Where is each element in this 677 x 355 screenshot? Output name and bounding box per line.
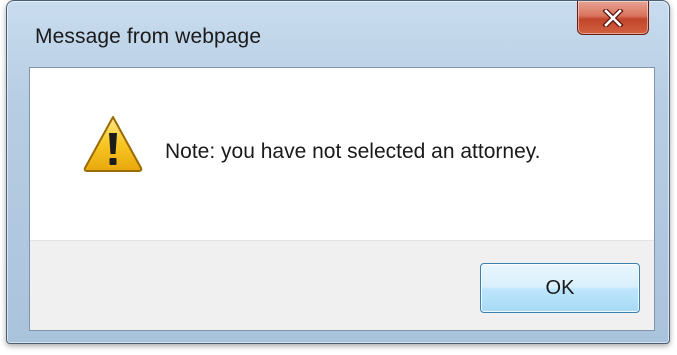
warning-icon bbox=[83, 116, 143, 172]
dialog-message: Note: you have not selected an attorney. bbox=[165, 140, 541, 163]
dialog-body: Note: you have not selected an attorney.… bbox=[29, 67, 655, 331]
message-area: Note: you have not selected an attorney. bbox=[30, 68, 654, 240]
close-icon bbox=[602, 8, 624, 27]
close-button[interactable] bbox=[577, 1, 649, 35]
dialog-footer: OK bbox=[30, 240, 654, 330]
message-dialog: Message from webpage Note: you have not … bbox=[6, 0, 670, 344]
dialog-titlebar[interactable]: Message from webpage bbox=[7, 1, 669, 67]
dialog-title: Message from webpage bbox=[35, 25, 262, 48]
ok-button[interactable]: OK bbox=[480, 263, 640, 313]
